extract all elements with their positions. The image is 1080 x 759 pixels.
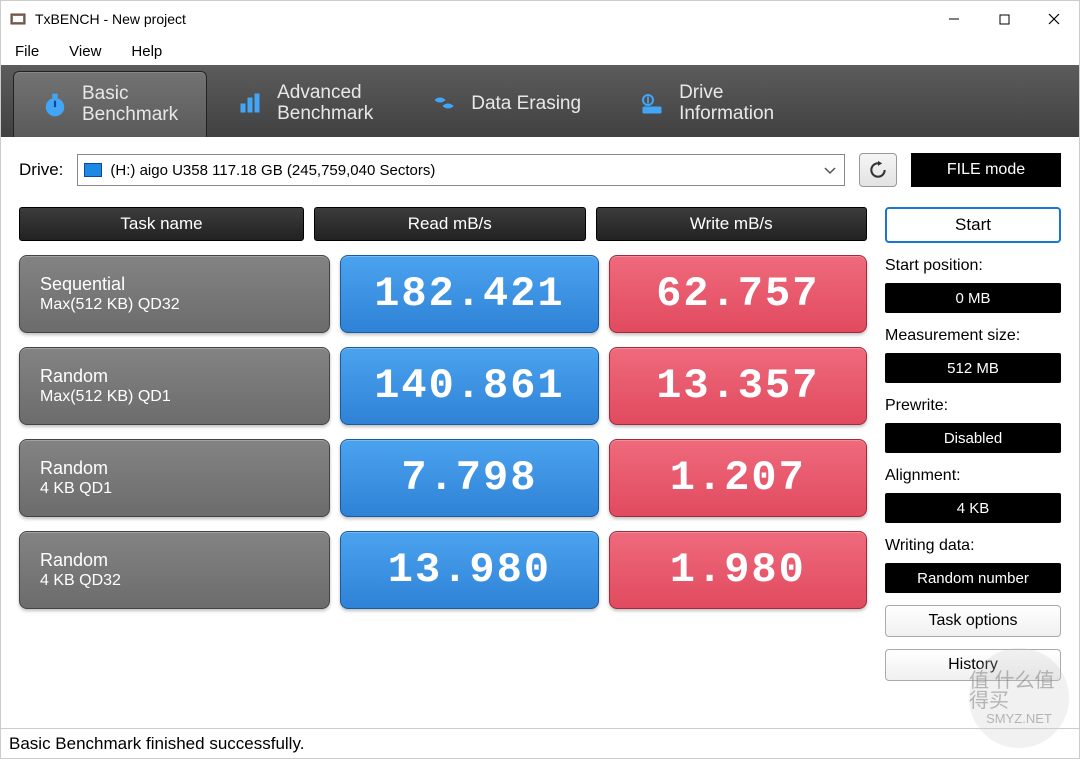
write-value[interactable]: 13.357 (609, 347, 867, 425)
maximize-button[interactable] (979, 1, 1029, 37)
measurement-size-label: Measurement size: (885, 327, 1061, 345)
window-title: TxBENCH - New project (35, 11, 186, 27)
start-position-value[interactable]: 0 MB (885, 283, 1061, 313)
read-value[interactable]: 7.798 (340, 439, 598, 517)
header-write: Write mB/s (596, 207, 868, 241)
task-name: Random (40, 458, 309, 480)
start-button[interactable]: Start (885, 207, 1061, 243)
side-panel: Start Start position: 0 MB Measurement s… (885, 207, 1061, 728)
titlebar: TxBENCH - New project (1, 1, 1079, 37)
status-text: Basic Benchmark finished successfully. (9, 734, 304, 754)
bars-icon (237, 91, 263, 117)
close-button[interactable] (1029, 1, 1079, 37)
tab-label: Basic (82, 84, 178, 105)
tab-drive-information[interactable]: i DriveInformation (611, 71, 802, 137)
task-options-button[interactable]: Task options (885, 605, 1061, 637)
task-cell[interactable]: Sequential Max(512 KB) QD32 (19, 255, 330, 333)
app-window: TxBENCH - New project File View Help Bas… (0, 0, 1080, 759)
write-value[interactable]: 1.980 (609, 531, 867, 609)
tab-label: Information (679, 104, 774, 125)
result-row: Random 4 KB QD1 7.798 1.207 (19, 439, 867, 517)
erase-icon (431, 91, 457, 117)
task-cell[interactable]: Random 4 KB QD32 (19, 531, 330, 609)
result-row: Random Max(512 KB) QD1 140.861 13.357 (19, 347, 867, 425)
tab-data-erasing[interactable]: Data Erasing (403, 71, 609, 137)
task-name: Random (40, 366, 309, 388)
tab-label: Data Erasing (471, 94, 581, 115)
results-header: Task name Read mB/s Write mB/s (19, 207, 867, 241)
status-bar: Basic Benchmark finished successfully. (1, 728, 1079, 758)
task-name: Sequential (40, 274, 309, 296)
task-cell[interactable]: Random 4 KB QD1 (19, 439, 330, 517)
write-value[interactable]: 62.757 (609, 255, 867, 333)
tab-label: Benchmark (277, 104, 373, 125)
writing-data-value[interactable]: Random number (885, 563, 1061, 593)
stopwatch-icon (42, 92, 68, 118)
header-task: Task name (19, 207, 304, 241)
read-value[interactable]: 182.421 (340, 255, 598, 333)
read-value[interactable]: 140.861 (340, 347, 598, 425)
tab-advanced-benchmark[interactable]: AdvancedBenchmark (209, 71, 401, 137)
header-read: Read mB/s (314, 207, 586, 241)
drive-device-icon (84, 163, 102, 177)
drive-selected-text: (H:) aigo U358 117.18 GB (245,759,040 Se… (110, 162, 435, 179)
file-mode-button[interactable]: FILE mode (911, 153, 1061, 187)
tab-basic-benchmark[interactable]: BasicBenchmark (13, 71, 207, 137)
result-row: Sequential Max(512 KB) QD32 182.421 62.7… (19, 255, 867, 333)
alignment-label: Alignment: (885, 467, 1061, 485)
results-panel: Task name Read mB/s Write mB/s Sequentia… (19, 207, 867, 728)
task-sub: 4 KB QD1 (40, 479, 309, 498)
prewrite-label: Prewrite: (885, 397, 1061, 415)
start-position-label: Start position: (885, 257, 1061, 275)
read-value[interactable]: 13.980 (340, 531, 598, 609)
tab-label: Benchmark (82, 105, 178, 126)
task-sub: Max(512 KB) QD32 (40, 295, 309, 314)
measurement-size-value[interactable]: 512 MB (885, 353, 1061, 383)
main-area: Task name Read mB/s Write mB/s Sequentia… (1, 197, 1079, 728)
drive-label: Drive: (19, 160, 63, 180)
chevron-down-icon (822, 162, 838, 178)
menu-view[interactable]: View (63, 41, 107, 62)
result-row: Random 4 KB QD32 13.980 1.980 (19, 531, 867, 609)
task-sub: Max(512 KB) QD1 (40, 387, 309, 406)
task-cell[interactable]: Random Max(512 KB) QD1 (19, 347, 330, 425)
svg-text:i: i (647, 96, 649, 105)
menu-help[interactable]: Help (125, 41, 168, 62)
task-sub: 4 KB QD32 (40, 571, 309, 590)
menubar: File View Help (1, 37, 1079, 65)
write-value[interactable]: 1.207 (609, 439, 867, 517)
tab-label: Drive (679, 83, 774, 104)
history-button[interactable]: History (885, 649, 1061, 681)
drive-row: Drive: (H:) aigo U358 117.18 GB (245,759… (1, 137, 1079, 197)
tab-strip: BasicBenchmark AdvancedBenchmark Data Er… (1, 65, 1079, 137)
prewrite-value[interactable]: Disabled (885, 423, 1061, 453)
drive-select[interactable]: (H:) aigo U358 117.18 GB (245,759,040 Se… (77, 154, 845, 186)
drive-info-icon: i (639, 91, 665, 117)
refresh-button[interactable] (859, 153, 897, 187)
tab-label: Advanced (277, 83, 373, 104)
alignment-value[interactable]: 4 KB (885, 493, 1061, 523)
minimize-button[interactable] (929, 1, 979, 37)
menu-file[interactable]: File (9, 41, 45, 62)
writing-data-label: Writing data: (885, 537, 1061, 555)
task-name: Random (40, 550, 309, 572)
app-icon (9, 10, 27, 28)
